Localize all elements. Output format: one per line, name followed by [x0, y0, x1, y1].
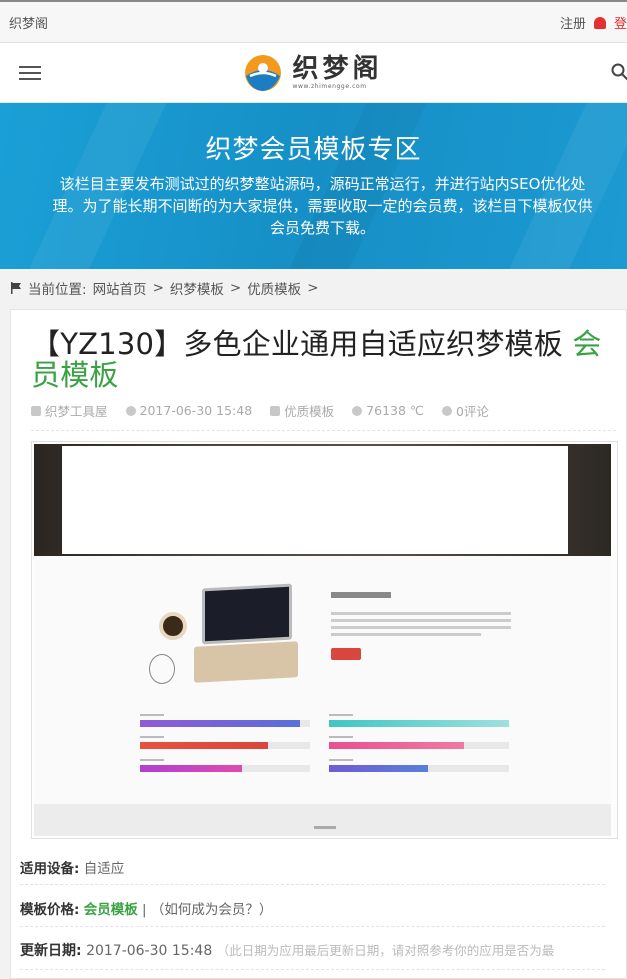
logo-url: www.zhimengge.com	[292, 82, 367, 90]
template-preview-image[interactable]	[31, 441, 618, 839]
logo-mark-icon	[245, 54, 282, 91]
meta-category[interactable]: 优质模板	[270, 401, 334, 420]
breadcrumb-sep: >	[229, 280, 242, 296]
device-row: 适用设备: 自适应	[20, 857, 605, 877]
eye-icon	[352, 405, 363, 416]
article-card: 【YZ130】多色企业通用自适应织梦模板 会员模板 织梦工具屋 2017-06-…	[10, 309, 627, 979]
login-link[interactable]: 登	[614, 13, 627, 32]
price-value[interactable]: 会员模板	[84, 902, 138, 918]
update-label: 更新日期:	[20, 943, 82, 959]
article-meta: 织梦工具屋 2017-06-30 15:48 优质模板 76138 ℃ 0评论	[31, 391, 616, 431]
price-sep: |	[142, 902, 147, 918]
become-member-link[interactable]: （如何成为会员？）	[151, 902, 273, 918]
breadcrumb-templates[interactable]: 织梦模板	[170, 278, 224, 298]
meta-author[interactable]: 织梦工具屋	[31, 401, 108, 420]
banner-description: 该栏目主要发布测试过的织梦整站源码，源码正常运行，并进行站内SEO优化处理。为了…	[52, 175, 593, 237]
site-header: 织梦阁 www.zhimengge.com	[0, 43, 627, 103]
breadcrumb: 当前位置: 网站首页 > 织梦模板 > 优质模板 >	[0, 269, 627, 307]
comment-icon	[441, 405, 452, 416]
meta-views: 76138 ℃	[352, 401, 424, 420]
price-row: 模板价格: 会员模板 | （如何成为会员？）	[20, 898, 605, 918]
update-value: 2017-06-30 15:48	[86, 943, 213, 959]
top-bar: 织梦阁 注册 登	[0, 0, 627, 43]
article-title: 【YZ130】多色企业通用自适应织梦模板 会员模板	[31, 327, 602, 392]
flag-icon	[11, 282, 21, 294]
banner: 织梦会员模板专区 该栏目主要发布测试过的织梦整站源码，源码正常运行，并进行站内S…	[0, 103, 627, 269]
bell-icon	[593, 17, 606, 29]
banner-title: 织梦会员模板专区	[205, 135, 422, 165]
breadcrumb-prefix: 当前位置:	[28, 282, 87, 298]
price-label: 模板价格:	[20, 902, 80, 918]
meta-date: 2017-06-30 15:48	[125, 401, 252, 420]
clock-icon	[125, 405, 136, 416]
breadcrumb-home[interactable]: 网站首页	[93, 278, 147, 298]
laptop-illustration	[184, 583, 298, 683]
search-icon[interactable]	[611, 63, 627, 81]
update-row: 更新日期: 2017-06-30 15:48 （此日期为应用最后更新日期，请对照…	[20, 940, 605, 960]
breadcrumb-sep: >	[152, 280, 164, 296]
device-label: 适用设备:	[20, 861, 80, 877]
logo-title: 织梦阁	[292, 53, 383, 84]
logo[interactable]: 织梦阁 www.zhimengge.com	[244, 54, 382, 92]
device-value: 自适应	[83, 861, 125, 877]
update-note: （此日期为应用最后更新日期，请对照参考你的应用是否为最	[216, 943, 555, 958]
user-icon	[31, 405, 41, 416]
folder-icon	[270, 405, 281, 416]
account-links: 注册 登	[560, 13, 627, 32]
site-name[interactable]: 织梦阁	[9, 13, 48, 32]
menu-icon[interactable]	[19, 66, 41, 80]
register-link[interactable]: 注册	[560, 13, 586, 32]
breadcrumb-quality[interactable]: 优质模板	[247, 278, 301, 298]
breadcrumb-sep: >	[307, 280, 319, 296]
meta-comments[interactable]: 0评论	[441, 401, 489, 420]
